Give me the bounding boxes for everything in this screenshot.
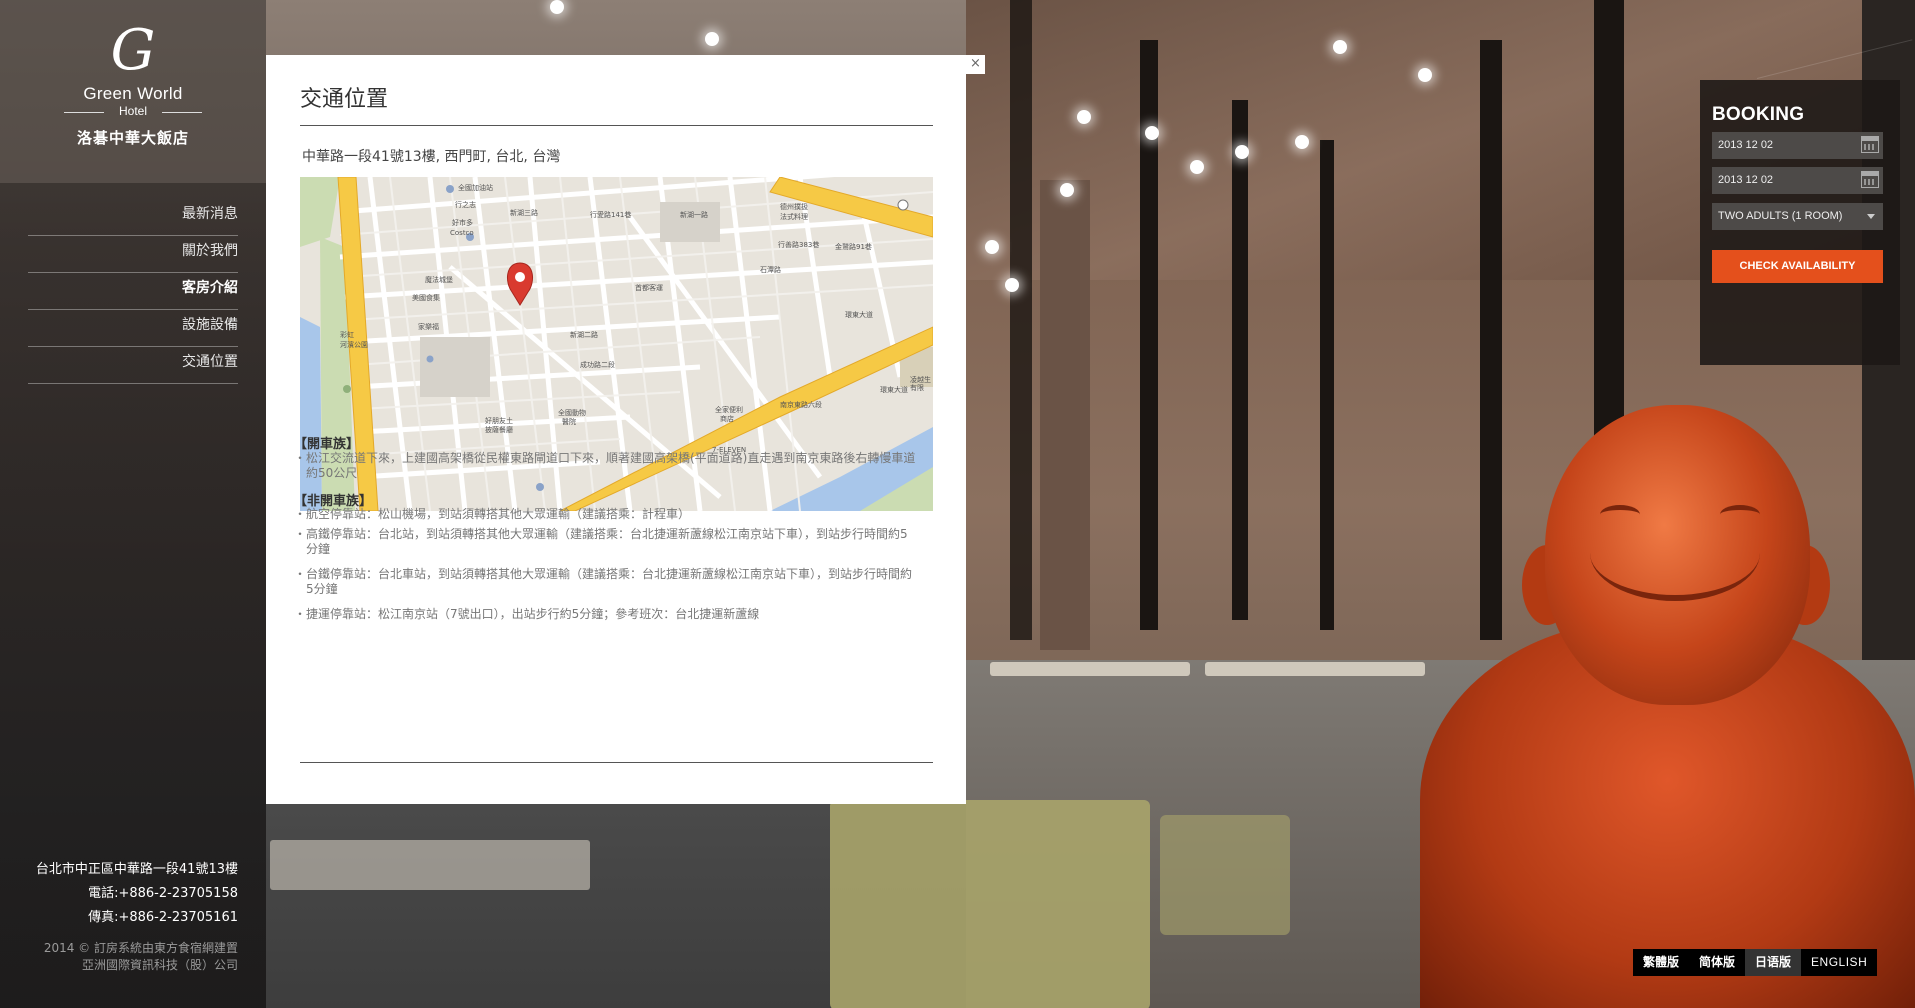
logo-monogram-icon: G [110,18,156,83]
transit-mrt: 捷運停靠站：松江南京站（7號出口），出站步行約5分鐘；參考班次：台北捷運新蘆線 [294,607,916,622]
map-label: 全家便利 [715,405,743,414]
main-nav: 最新消息 關於我們 客房介紹 設施設備 交通位置 [28,200,238,385]
chevron-down-icon [1867,214,1875,219]
calendar-icon[interactable] [1861,136,1879,153]
map-label: 德州撲扱 [780,202,808,211]
close-button[interactable]: × [966,55,985,74]
map-label: 醫院 [562,417,576,426]
map-label: 環東大道 [845,310,873,319]
nav-item-news[interactable]: 最新消息 [28,200,238,236]
map-label: 有限 [910,383,924,392]
logo-name: Green World [83,84,183,103]
map-label: 全國動物 [558,408,586,417]
nav-item-rooms[interactable]: 客房介紹 [28,274,238,310]
booking-title: BOOKING [1712,104,1805,125]
guests-select[interactable]: TWO ADULTS (1 ROOM) [1712,203,1883,230]
nav-item-facilities[interactable]: 設施設備 [28,311,238,347]
map-label: 商店 [720,414,734,423]
copyright-company: 亞洲國際資訊科技（股）公司 [81,958,238,972]
map-label: 全國加油站 [458,183,493,192]
checkout-date-value: 2013 12 02 [1718,174,1774,186]
logo-subtitle: Hotel [64,104,202,118]
sidebar: G Green World Hotel 洛碁中華大飯店 最新消息 關於我們 客房… [0,0,266,1008]
checkin-date-value: 2013 12 02 [1718,139,1774,151]
transit-tra: 台鐵停靠站：台北車站，到站須轉搭其他大眾運輸（建議搭乘：台北捷運新蘆線松江南京站… [294,567,916,597]
map-label: 南京東路六段 [780,400,822,409]
map-label: 新湖三路 [510,208,538,217]
checkout-date-field[interactable]: 2013 12 02 [1712,167,1883,194]
nav-item-location[interactable]: 交通位置 [28,348,238,384]
modal-title: 交通位置 [300,87,389,112]
contact-phone: 電話:+886-2-23705158 [88,886,238,901]
map-label: 彩虹 [340,330,354,339]
map-label: 金鷲路91巷 [835,242,872,251]
language-switcher: 繁體版 简体版 日语版 ENGLISH [1633,949,1878,976]
divider [300,762,933,763]
map-label: 行之志 [455,200,476,209]
map-label: 行善路383巷 [778,240,819,249]
nav-item-about[interactable]: 關於我們 [28,237,238,273]
map-label: Costco [450,229,474,237]
logo-chinese-name: 洛碁中華大飯店 [76,129,189,147]
lang-simplified-chinese[interactable]: 简体版 [1689,949,1746,976]
calendar-icon[interactable] [1861,171,1879,188]
map-label: 成功路二段 [580,360,615,369]
check-availability-button[interactable]: CHECK AVAILABILITY [1712,250,1883,283]
lang-english[interactable]: ENGLISH [1801,949,1878,976]
map-label: 法式料理 [780,212,808,221]
contact-address: 台北市中正區中華路一段41號13樓 [35,862,238,877]
driving-heading: 【開車族】 [294,437,360,452]
hotel-logo[interactable]: G Green World Hotel 洛碁中華大飯店 [0,0,266,183]
transit-hsr: 高鐵停靠站：台北站，到站須轉搭其他大眾運輸（建議搭乘：台北捷運新蘆線松江南京站下… [294,527,916,557]
divider [300,125,933,126]
map-label: 好市多 [452,218,473,227]
guests-value: TWO ADULTS (1 ROOM) [1718,210,1843,222]
checkin-date-field[interactable]: 2013 12 02 [1712,132,1883,159]
lang-japanese[interactable]: 日语版 [1745,949,1802,976]
map-label: 石潭路 [760,265,781,274]
booking-panel: BOOKING 2013 12 02 2013 12 02 TWO ADULTS… [1700,80,1900,365]
map-label: 美國食集 [412,293,440,302]
modal-address: 中華路一段41號13樓, 西門町, 台北, 台灣 [302,149,561,165]
map-label: 新湖二路 [570,330,598,339]
copyright: 2014 © 訂房系統由東方食宿網建置 亞洲國際資訊科技（股）公司 [44,940,238,974]
transit-airport: 航空停靠站：松山機場，到站須轉搭其他大眾運輸（建議搭乘：計程車） [294,507,916,522]
map-label: 行愛路141巷 [590,210,631,219]
map-label: 新湖一路 [680,210,708,219]
location-modal: 交通位置 中華路一段41號13樓, 西門町, 台北, 台灣 全國加油站 行之志 … [266,55,966,804]
driving-route: 松江交流道下來，上建國高架橋從民權東路閘道口下來，順著建國高架橋(平面道路)直走… [294,451,916,481]
contact-info: 台北市中正區中華路一段41號13樓 電話:+886-2-23705158 傳真:… [36,858,238,930]
map-label: 披薩餐廳 [485,425,513,434]
lang-traditional-chinese[interactable]: 繁體版 [1633,949,1690,976]
contact-fax: 傳真:+886-2-23705161 [88,910,238,925]
copyright-line: 2014 © 訂房系統由東方食宿網建置 [43,941,238,955]
map-label: 家樂福 [418,322,439,331]
map-label: 河濱公園 [340,340,368,349]
map-label: 凌越生 [910,375,931,384]
map-label: 環東大道 [880,385,908,394]
map-label: 魔法城堡 [425,275,453,284]
map-label: 好朋友土 [485,416,513,425]
map-label: 首都客運 [635,283,663,292]
